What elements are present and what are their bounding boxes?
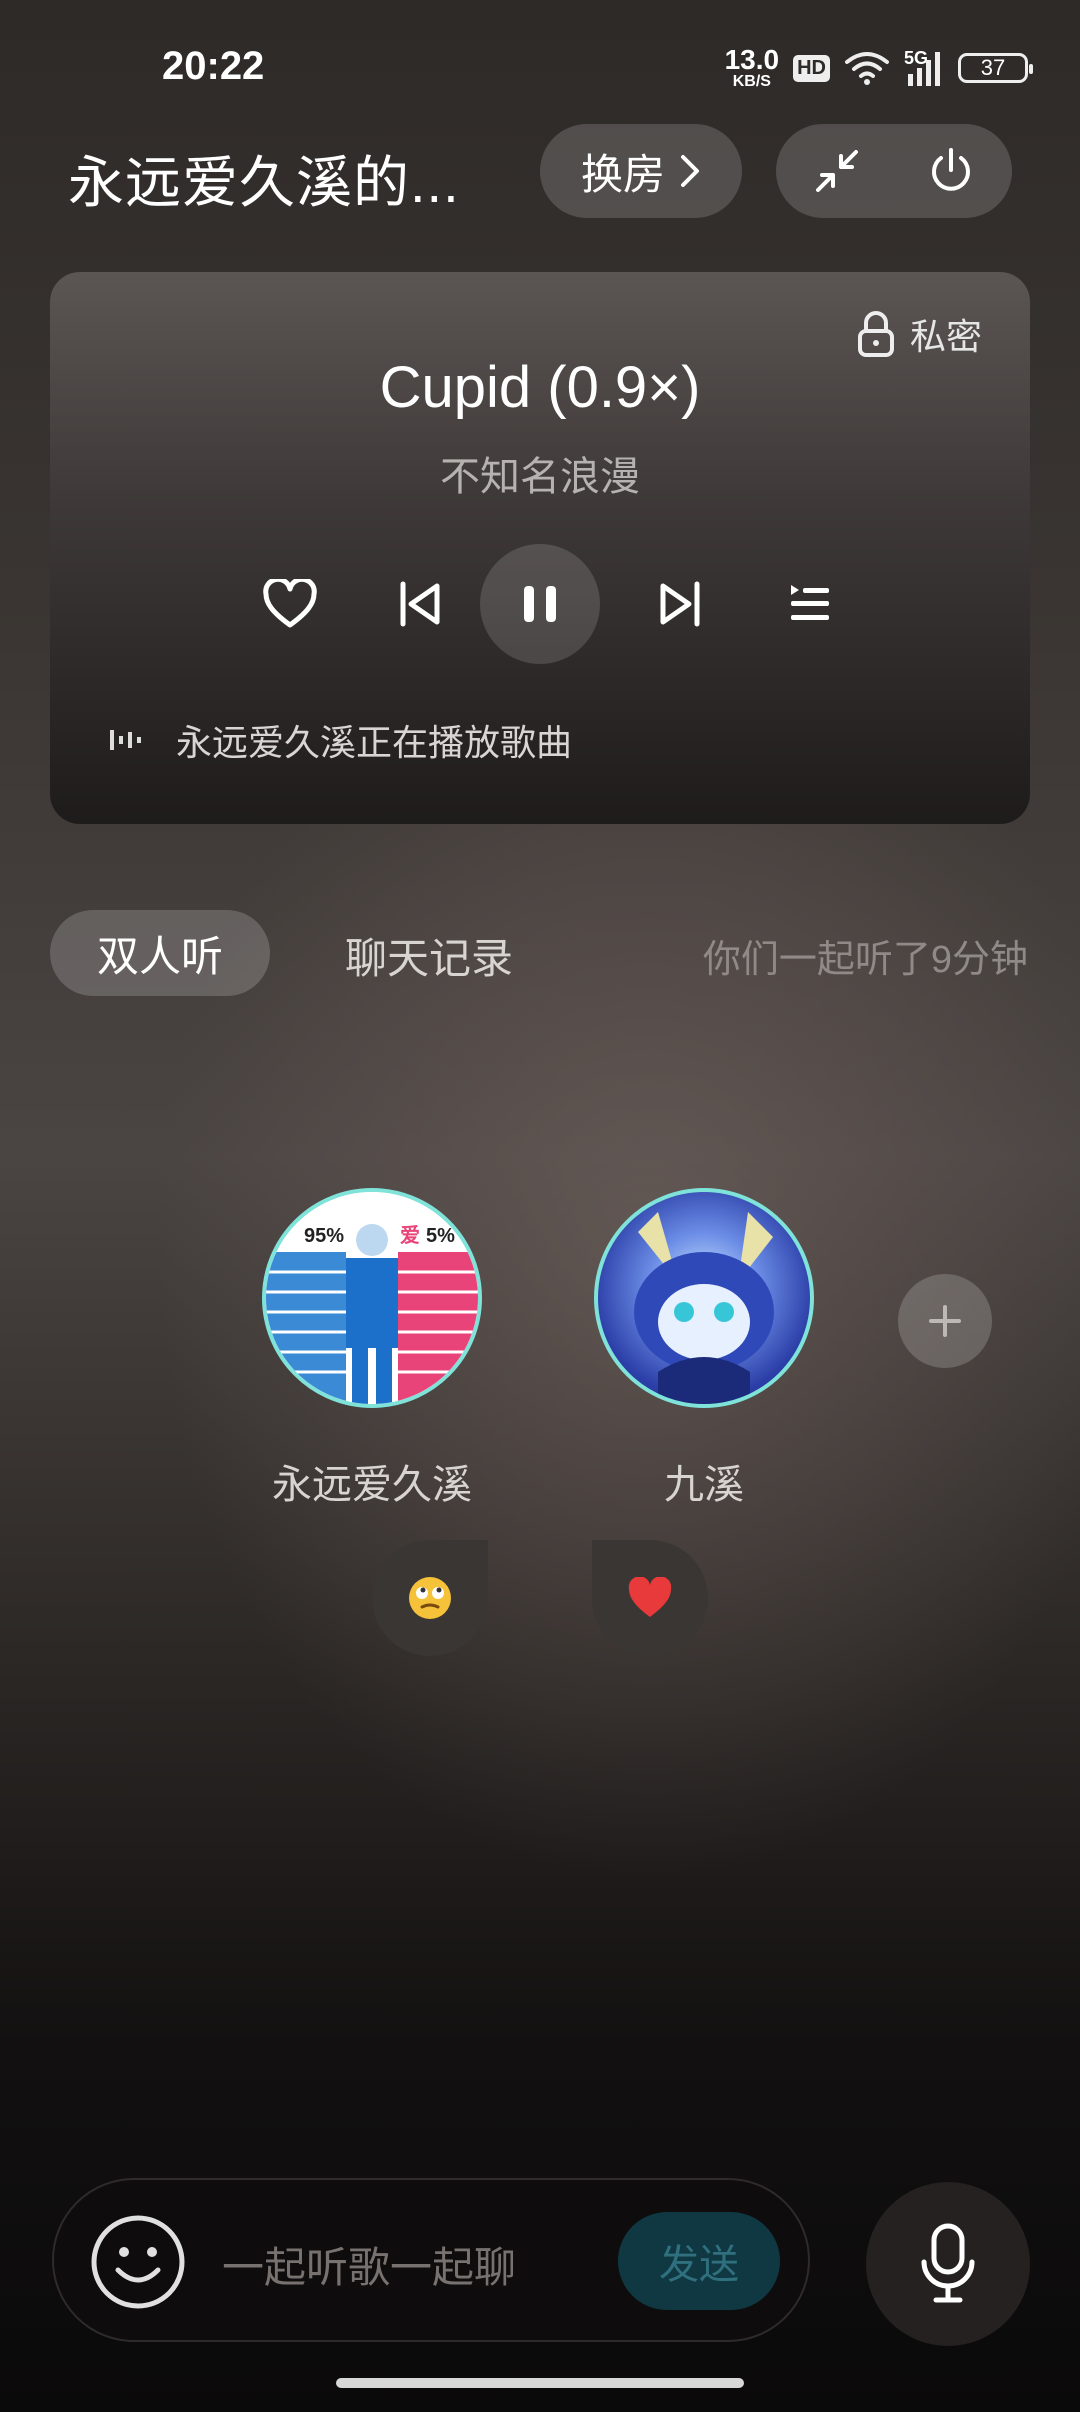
avatar-right-char: 爱 <box>400 1223 420 1247</box>
battery-indicator: 37 <box>958 53 1033 83</box>
user-name: 九溪 <box>664 1463 744 1507</box>
listen-duration: 你们一起听了9分钟 <box>702 939 1028 981</box>
user-name: 永远爱久溪 <box>272 1463 472 1507</box>
playback-controls <box>50 544 1030 664</box>
message-input-bar: 一起听歌一起聊 发送 <box>52 2178 810 2342</box>
chevron-right-icon <box>681 155 699 187</box>
next-button[interactable] <box>640 564 720 644</box>
skip-next-icon <box>660 581 700 627</box>
heart-outline-icon <box>263 579 317 628</box>
tab-chat-history[interactable]: 聊天记录 <box>345 925 513 986</box>
tab-duo-listen[interactable]: 双人听 <box>50 910 270 996</box>
switch-room-label: 换房 <box>580 150 665 198</box>
network-speed: 13.0 KB/S <box>725 46 780 90</box>
lock-icon <box>857 311 894 357</box>
eyeroll-emoji-icon <box>409 1577 451 1619</box>
playlist-icon <box>791 585 829 620</box>
avatar[interactable] <box>594 1188 814 1408</box>
cellular-signal-icon: 5G <box>904 48 944 88</box>
room-title: 永远爱久溪的... <box>68 151 460 214</box>
pause-button[interactable] <box>480 544 600 664</box>
previous-button[interactable] <box>380 564 460 644</box>
avatar-left-percent: 95% <box>304 1225 344 1247</box>
audio-wave-icon <box>110 730 141 750</box>
red-heart-emoji-icon <box>628 1577 672 1617</box>
microphone-icon <box>921 2223 975 2303</box>
network-speed-value: 13.0 <box>724 44 780 75</box>
private-toggle[interactable]: 私密 <box>856 308 982 360</box>
add-user-button[interactable] <box>898 1274 992 1368</box>
reaction-bubble <box>372 1540 488 1656</box>
power-icon[interactable] <box>926 146 976 196</box>
skip-previous-icon <box>400 581 440 627</box>
now-playing-status: 永远爱久溪正在播放歌曲 <box>106 714 572 766</box>
avatar-image: 95% 爱 5% <box>266 1192 478 1404</box>
home-indicator[interactable] <box>336 2378 744 2388</box>
avatar[interactable]: 95% 爱 5% <box>262 1188 482 1408</box>
private-label: 私密 <box>909 316 982 357</box>
network-speed-unit: KB/S <box>732 73 771 90</box>
hd-badge: HD <box>793 54 830 82</box>
voice-button[interactable] <box>866 2182 1030 2346</box>
pause-icon <box>524 586 556 622</box>
emoji-icon[interactable] <box>90 2214 186 2310</box>
status-time: 20:22 <box>162 44 265 88</box>
room-controls <box>776 124 1012 218</box>
minimize-icon[interactable] <box>812 146 862 196</box>
like-button[interactable] <box>250 564 330 644</box>
status-icons: 13.0 KB/S HD 5G 37 <box>725 40 1033 96</box>
song-title: Cupid (0.9×) <box>379 355 701 420</box>
playlist-button[interactable] <box>770 564 850 644</box>
reaction-bubble <box>592 1540 708 1656</box>
send-button[interactable]: 发送 <box>618 2212 780 2310</box>
player-card: 私密 Cupid (0.9×) 不知名浪漫 永远爱久溪正在播放歌曲 <box>50 272 1030 824</box>
plus-icon <box>929 1305 961 1337</box>
avatar-image <box>634 1212 774 1404</box>
now-playing-text: 永远爱久溪正在播放歌曲 <box>176 722 573 763</box>
switch-room-button[interactable]: 换房 <box>540 124 742 218</box>
song-artist: 不知名浪漫 <box>440 455 640 499</box>
wifi-icon <box>845 52 889 85</box>
message-input[interactable]: 一起听歌一起聊 <box>222 2234 516 2295</box>
avatar-right-percent: 5% <box>426 1225 455 1247</box>
